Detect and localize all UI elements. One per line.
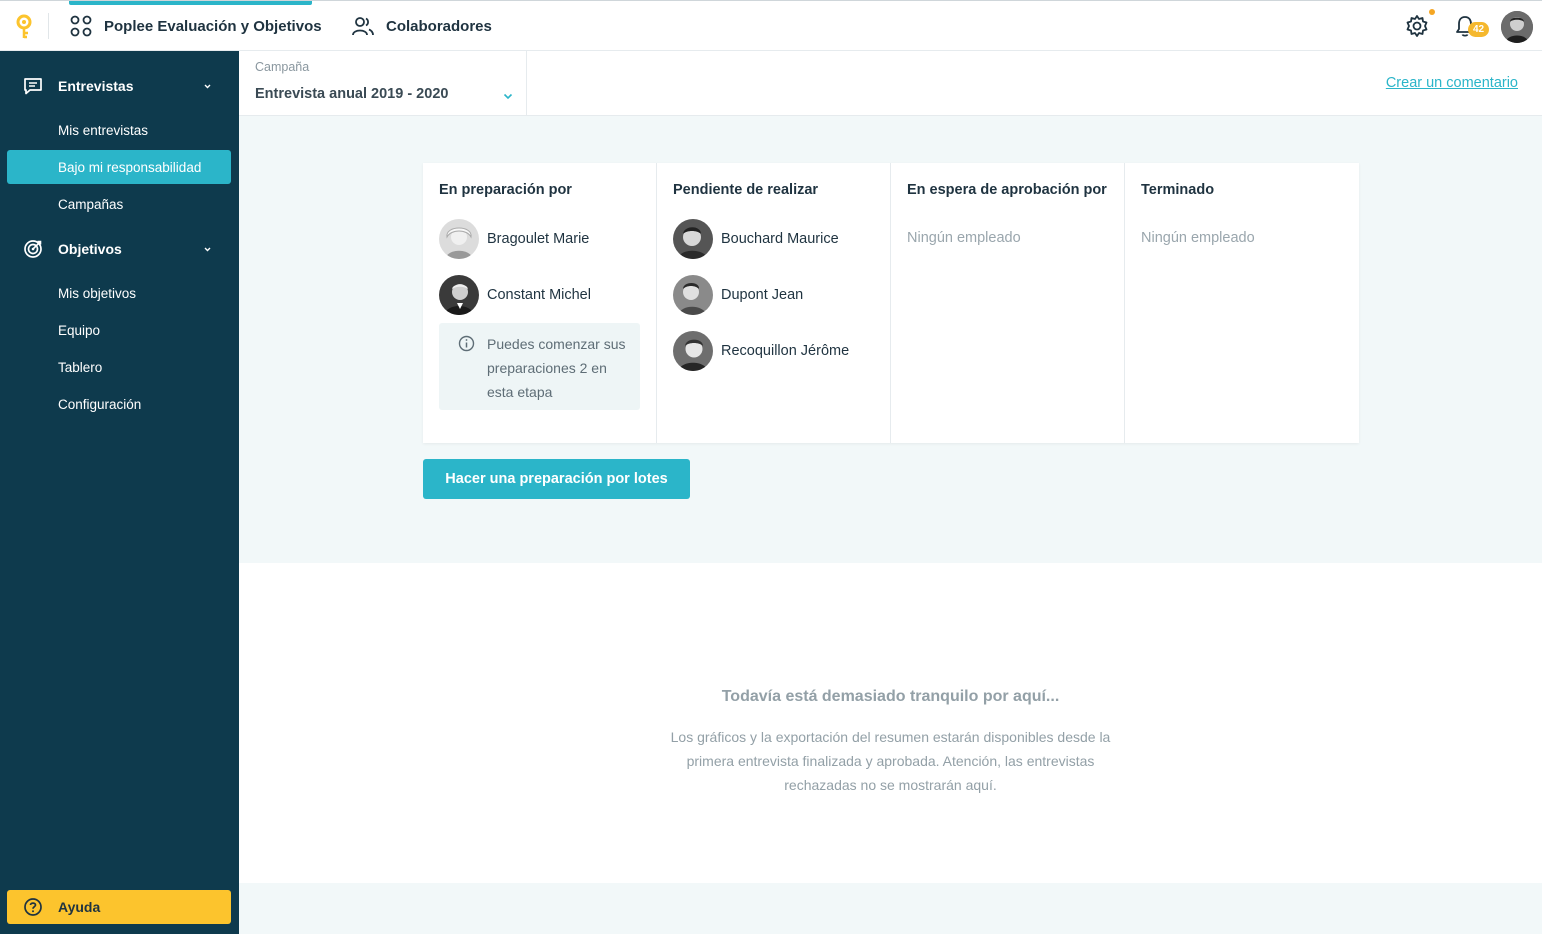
nav-collaborators-label: Colaboradores	[386, 17, 492, 35]
info-text: Puedes comenzar sus preparaciones 2 en e…	[487, 336, 626, 400]
logo-divider	[48, 13, 49, 39]
employee-card[interactable]: Dupont Jean	[673, 275, 803, 315]
employee-name: Constant Michel	[487, 287, 591, 303]
employee-name: Recoquillon Jérôme	[721, 343, 850, 359]
users-icon	[352, 17, 374, 36]
help-question-icon	[24, 898, 42, 916]
empty-state-description: Los gráficos y la exportación del resume…	[670, 729, 1111, 793]
nav-app-poplee[interactable]: Poplee Evaluación y Objetivos	[70, 1, 322, 51]
nav-collaborators[interactable]: Colaboradores	[352, 1, 492, 51]
employee-card[interactable]: Recoquillon Jérôme	[673, 331, 849, 371]
settings-alert-dot	[1429, 9, 1435, 15]
chevron-down-icon	[204, 247, 211, 251]
sidebar-item-mis-entrevistas[interactable]: Mis entrevistas	[7, 113, 231, 147]
employee-avatar	[439, 275, 479, 315]
employee-name: Dupont Jean	[721, 287, 804, 303]
campaign-value: Entrevista anual 2019 - 2020	[255, 86, 449, 102]
column-finished: Terminado Ningún empleado	[1125, 163, 1359, 443]
employee-avatar	[673, 219, 713, 259]
help-label: Ayuda	[58, 899, 101, 915]
column-title: Terminado	[1141, 182, 1215, 198]
column-pending: Pendiente de realizar Bouchard Maurice D…	[657, 163, 891, 443]
sidebar: Entrevistas Mis entrevistas Bajo mi resp…	[0, 51, 239, 934]
poplee-logo-icon[interactable]	[13, 14, 35, 40]
sidebar-item-mis-objetivos[interactable]: Mis objetivos	[7, 276, 231, 310]
employee-card[interactable]: Constant Michel	[439, 275, 591, 315]
sidebar-section-entrevistas[interactable]: Entrevistas	[0, 69, 239, 103]
campaign-label: Campaña	[255, 60, 310, 74]
sidebar-item-bajo-mi-responsabilidad[interactable]: Bajo mi responsabilidad	[7, 150, 231, 184]
sidebar-item-campanas[interactable]: Campañas	[7, 187, 231, 221]
column-title: Pendiente de realizar	[673, 182, 819, 198]
chevron-down-icon	[503, 93, 513, 100]
empty-column-text: Ningún empleado	[1141, 230, 1255, 246]
apps-grid-icon	[70, 15, 92, 37]
campaign-select[interactable]: Campaña Entrevista anual 2019 - 2020	[239, 51, 527, 115]
help-button[interactable]: Ayuda	[7, 890, 231, 924]
summary-empty-state: Todavía está demasiado tranquilo por aqu…	[239, 563, 1542, 883]
create-comment-link[interactable]: Crear un comentario	[1386, 75, 1518, 91]
column-awaiting-approval: En espera de aprobación por Ningún emple…	[891, 163, 1125, 443]
batch-preparation-button[interactable]: Hacer una preparación por lotes	[423, 459, 690, 499]
info-icon	[458, 335, 475, 352]
chevron-down-icon	[204, 84, 211, 88]
user-avatar[interactable]	[1501, 11, 1533, 43]
interview-status-board: En preparación por Bragoulet Marie Const…	[423, 163, 1359, 443]
sidebar-item-equipo[interactable]: Equipo	[7, 313, 231, 347]
sidebar-section-objetivos[interactable]: Objetivos	[0, 232, 239, 266]
info-notice: Puedes comenzar sus preparaciones 2 en e…	[439, 323, 640, 410]
column-title: En espera de aprobación por	[907, 182, 1107, 198]
employee-card[interactable]: Bragoulet Marie	[439, 219, 589, 259]
employee-card[interactable]: Bouchard Maurice	[673, 219, 839, 259]
notifications-badge: 42	[1468, 22, 1489, 37]
sidebar-item-configuracion[interactable]: Configuración	[7, 387, 231, 421]
employee-avatar	[673, 275, 713, 315]
employee-avatar	[673, 331, 713, 371]
employee-avatar	[439, 219, 479, 259]
sidebar-section-label: Entrevistas	[58, 78, 134, 94]
sidebar-item-tablero[interactable]: Tablero	[7, 350, 231, 384]
column-title: En preparación por	[439, 182, 572, 198]
nav-app-label: Poplee Evaluación y Objetivos	[104, 17, 322, 35]
column-in-preparation: En preparación por Bragoulet Marie Const…	[423, 163, 657, 443]
empty-state-title: Todavía está demasiado tranquilo por aqu…	[721, 688, 1060, 705]
filter-bar: Campaña Entrevista anual 2019 - 2020 Cre…	[239, 51, 1542, 116]
employee-name: Bouchard Maurice	[721, 231, 839, 247]
employee-name: Bragoulet Marie	[487, 231, 590, 247]
empty-column-text: Ningún empleado	[907, 230, 1021, 246]
target-icon	[24, 240, 42, 258]
sidebar-section-label: Objetivos	[58, 241, 122, 257]
top-bar: Poplee Evaluación y Objetivos Colaborado…	[0, 0, 1542, 51]
settings-gear-icon[interactable]	[1404, 13, 1430, 39]
chat-bubble-icon	[24, 78, 42, 95]
